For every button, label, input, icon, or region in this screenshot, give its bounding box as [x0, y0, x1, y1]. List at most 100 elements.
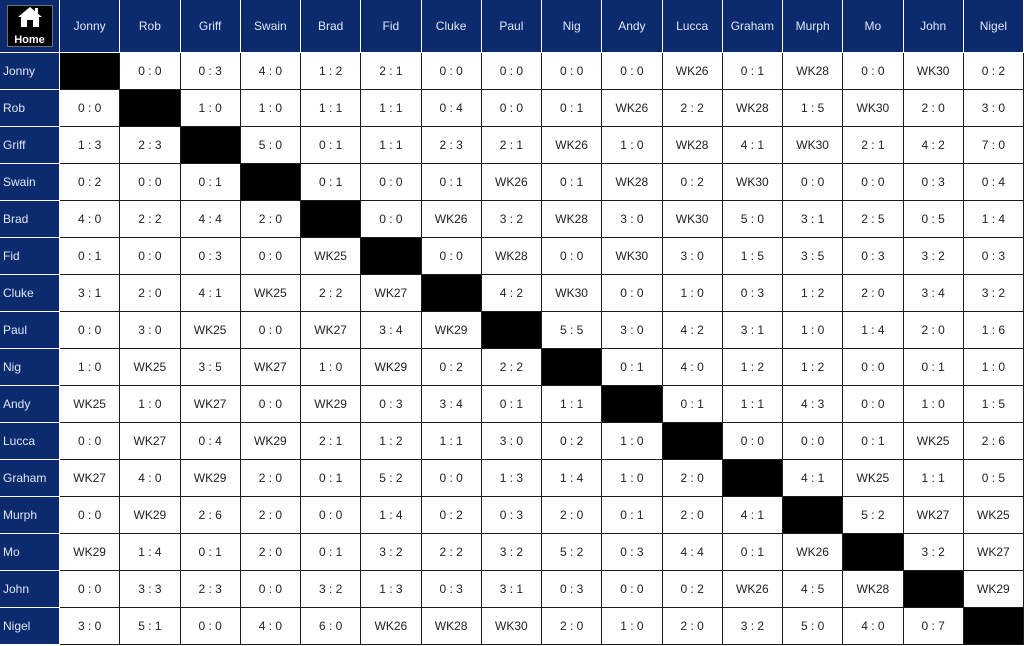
result-cell: 2 : 0	[542, 497, 603, 534]
result-cell: WK27	[903, 497, 964, 534]
result-cell: 1 : 1	[903, 460, 964, 497]
result-cell: 0 : 3	[421, 571, 482, 608]
row-header-rob: Rob	[0, 90, 60, 127]
column-header-jonny: Jonny	[60, 0, 121, 53]
column-header-john: John	[903, 0, 964, 53]
result-cell: WK29	[361, 349, 422, 386]
result-cell: 5 : 1	[120, 608, 181, 645]
result-cell: 3 : 0	[481, 423, 542, 460]
row-header-john: John	[0, 571, 60, 608]
result-cell: 3 : 0	[60, 608, 121, 645]
result-cell: 3 : 5	[783, 238, 844, 275]
result-cell: WK30	[481, 608, 542, 645]
result-cell: 4 : 1	[722, 497, 783, 534]
result-cell: 0 : 0	[542, 238, 603, 275]
result-cell: 4 : 0	[240, 53, 301, 90]
result-cell: 0 : 2	[662, 571, 723, 608]
result-cell: 1 : 3	[361, 571, 422, 608]
result-cell: 2 : 0	[240, 460, 301, 497]
diagonal-cell	[662, 423, 723, 460]
home-button[interactable]: Home	[6, 5, 53, 47]
result-cell: 0 : 1	[301, 534, 362, 571]
result-cell: 3 : 2	[722, 608, 783, 645]
column-header-griff: Griff	[180, 0, 241, 53]
result-cell: 1 : 0	[60, 349, 121, 386]
result-cell: 2 : 0	[662, 460, 723, 497]
result-cell: 1 : 4	[963, 201, 1024, 238]
result-cell: 1 : 4	[361, 497, 422, 534]
diagonal-cell	[60, 53, 121, 90]
result-cell: 0 : 3	[843, 238, 904, 275]
result-cell: 3 : 2	[903, 238, 964, 275]
result-cell: 0 : 3	[180, 53, 241, 90]
result-cell: 0 : 0	[60, 571, 121, 608]
result-cell: 0 : 0	[120, 164, 181, 201]
result-cell: 2 : 1	[481, 127, 542, 164]
result-cell: 5 : 0	[240, 127, 301, 164]
result-cell: 0 : 0	[843, 164, 904, 201]
result-cell: 0 : 5	[963, 460, 1024, 497]
result-cell: WK27	[240, 349, 301, 386]
result-cell: WK29	[421, 312, 482, 349]
result-cell: 1 : 2	[301, 53, 362, 90]
result-cell: 4 : 2	[662, 312, 723, 349]
result-cell: WK26	[421, 201, 482, 238]
diagonal-cell	[903, 571, 964, 608]
result-cell: WK25	[180, 312, 241, 349]
result-cell: 1 : 2	[361, 423, 422, 460]
result-cell: 0 : 0	[301, 497, 362, 534]
diagonal-cell	[240, 164, 301, 201]
result-cell: 4 : 0	[662, 349, 723, 386]
row-header-nig: Nig	[0, 349, 60, 386]
result-cell: 3 : 0	[602, 201, 663, 238]
result-cell: 0 : 2	[60, 164, 121, 201]
row-header-swain: Swain	[0, 164, 60, 201]
result-cell: 0 : 0	[421, 238, 482, 275]
result-cell: 1 : 0	[301, 349, 362, 386]
result-cell: 0 : 1	[180, 164, 241, 201]
result-cell: 0 : 0	[602, 53, 663, 90]
result-cell: 4 : 5	[783, 571, 844, 608]
diagonal-cell	[361, 238, 422, 275]
result-cell: 1 : 0	[602, 423, 663, 460]
result-cell: 0 : 0	[120, 53, 181, 90]
result-cell: 2 : 3	[421, 127, 482, 164]
result-cell: 2 : 2	[120, 201, 181, 238]
result-cell: 0 : 4	[963, 164, 1024, 201]
result-cell: 0 : 0	[240, 238, 301, 275]
result-cell: 2 : 2	[421, 534, 482, 571]
result-cell: 0 : 1	[301, 460, 362, 497]
result-cell: 5 : 2	[361, 460, 422, 497]
diagonal-cell	[421, 275, 482, 312]
result-cell: 5 : 0	[783, 608, 844, 645]
result-cell: 3 : 2	[361, 534, 422, 571]
result-cell: 4 : 1	[783, 460, 844, 497]
column-header-paul: Paul	[481, 0, 542, 53]
result-cell: 4 : 1	[722, 127, 783, 164]
diagonal-cell	[120, 90, 181, 127]
result-cell: 3 : 2	[963, 275, 1024, 312]
result-cell: 3 : 1	[60, 275, 121, 312]
result-cell: 4 : 3	[783, 386, 844, 423]
result-cell: WK28	[481, 238, 542, 275]
result-cell: 0 : 1	[602, 349, 663, 386]
row-header-mo: Mo	[0, 534, 60, 571]
result-cell: 6 : 0	[301, 608, 362, 645]
result-cell: 5 : 0	[722, 201, 783, 238]
result-cell: 2 : 5	[843, 201, 904, 238]
row-header-jonny: Jonny	[0, 53, 60, 90]
result-cell: 2 : 2	[481, 349, 542, 386]
result-cell: 0 : 1	[60, 238, 121, 275]
row-header-andy: Andy	[0, 386, 60, 423]
result-cell: 0 : 0	[240, 571, 301, 608]
result-cell: 0 : 4	[421, 90, 482, 127]
result-cell: 0 : 0	[60, 312, 121, 349]
column-header-nig: Nig	[542, 0, 603, 53]
result-cell: 2 : 0	[542, 608, 603, 645]
result-cell: WK30	[783, 127, 844, 164]
result-cell: 1 : 0	[240, 90, 301, 127]
result-cell: 1 : 2	[722, 349, 783, 386]
result-cell: 0 : 1	[903, 349, 964, 386]
result-cell: 0 : 4	[180, 423, 241, 460]
result-cell: 1 : 1	[361, 90, 422, 127]
